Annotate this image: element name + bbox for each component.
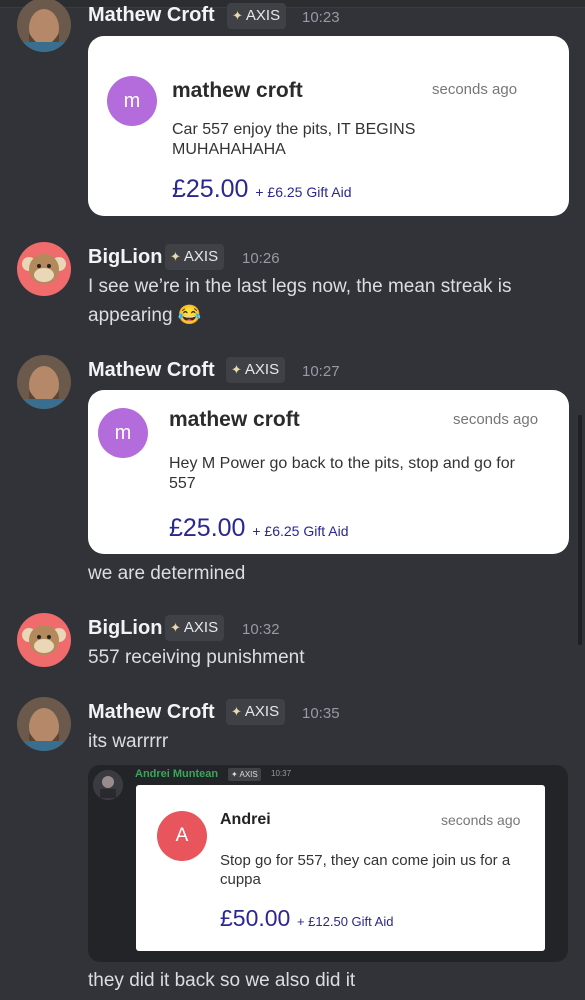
- donor-avatar: m: [98, 408, 148, 458]
- scrollbar[interactable]: [578, 415, 582, 645]
- donation-time: seconds ago: [441, 812, 521, 828]
- avatar[interactable]: [17, 242, 71, 296]
- username[interactable]: Mathew Croft: [88, 359, 215, 382]
- message-text: I see we’re in the last legs now, the me…: [88, 276, 512, 297]
- donor-avatar: A: [157, 811, 207, 861]
- message-text: they did it back so we also did it: [88, 970, 356, 991]
- timestamp: 10:26: [242, 250, 280, 267]
- timestamp: 10:27: [302, 363, 340, 380]
- diamond-icon: ✦: [170, 249, 181, 264]
- message-text: we are determined: [88, 563, 246, 584]
- gift-aid: + £6.25 Gift Aid: [248, 523, 349, 539]
- donor-name: Andrei: [220, 811, 271, 828]
- server-tag[interactable]: ✦ AXIS: [165, 244, 225, 270]
- donation-amount: £50.00: [220, 905, 291, 931]
- server-tag[interactable]: ✦ AXIS: [226, 699, 286, 725]
- donation-card: A Andrei seconds ago Stop go for 557, th…: [136, 785, 545, 951]
- timestamp: 10:35: [302, 705, 340, 722]
- gift-aid: + £6.25 Gift Aid: [251, 184, 352, 200]
- donor-name: mathew croft: [172, 79, 303, 102]
- diamond-icon: ✦: [231, 704, 242, 719]
- embed-server-tag: ✦ AXIS: [228, 768, 261, 781]
- donation-amount-row: £25.00 + £6.25 Gift Aid: [169, 514, 348, 543]
- donation-message: Hey M Power go back to the pits, stop an…: [169, 455, 515, 492]
- embed-timestamp: 10:37: [271, 769, 292, 778]
- server-tag-label: AXIS: [245, 7, 281, 24]
- server-tag[interactable]: ✦ AXIS: [226, 357, 286, 383]
- username[interactable]: Mathew Croft: [88, 701, 215, 724]
- avatar[interactable]: [17, 355, 71, 409]
- donation-amount-row: £50.00 + £12.50 Gift Aid: [220, 905, 393, 932]
- embed-avatar: [93, 770, 123, 800]
- donation-message: Stop go for 557, they can come join us f…: [220, 852, 511, 888]
- diamond-icon: ✦: [231, 362, 242, 377]
- message-text: appearing 😂: [88, 305, 202, 326]
- server-tag-label: AXIS: [244, 361, 280, 378]
- donation-time: seconds ago: [432, 81, 518, 98]
- message-text: its warrrrr: [88, 731, 169, 752]
- username[interactable]: Mathew Croft: [88, 4, 215, 27]
- server-tag-label: AXIS: [244, 703, 280, 720]
- donor-avatar: m: [107, 76, 157, 126]
- avatar[interactable]: [17, 613, 71, 667]
- timestamp: 10:32: [242, 621, 280, 638]
- message-text: 557 receiving punishment: [88, 647, 305, 668]
- server-tag[interactable]: ✦ AXIS: [165, 615, 225, 641]
- server-tag-label: AXIS: [183, 619, 219, 636]
- timestamp: 10:23: [302, 9, 340, 26]
- avatar[interactable]: [17, 697, 71, 751]
- gift-aid: + £12.50 Gift Aid: [293, 914, 394, 929]
- server-tag-label: AXIS: [183, 248, 219, 265]
- donation-amount: £25.00: [172, 175, 249, 203]
- diamond-icon: ✦: [231, 770, 238, 779]
- avatar[interactable]: [17, 0, 71, 52]
- donor-name: mathew croft: [169, 408, 300, 431]
- donation-amount-row: £25.00 + £6.25 Gift Aid: [172, 175, 351, 204]
- diamond-icon: ✦: [170, 620, 181, 635]
- donation-message: Car 557 enjoy the pits, IT BEGINS MUHAHA…: [172, 121, 416, 158]
- server-tag[interactable]: ✦ AXIS: [227, 3, 287, 29]
- screenshot-embed[interactable]: Andrei Muntean ✦ AXIS 10:37 A Andrei sec…: [88, 765, 568, 962]
- donation-card[interactable]: m mathew croft seconds ago Car 557 enjoy…: [88, 36, 569, 216]
- donation-amount: £25.00: [169, 514, 246, 542]
- embed-author: Andrei Muntean: [135, 768, 219, 780]
- username[interactable]: BigLion: [88, 246, 162, 269]
- username[interactable]: BigLion: [88, 617, 162, 640]
- donation-time: seconds ago: [453, 411, 539, 428]
- diamond-icon: ✦: [232, 8, 243, 23]
- donation-card[interactable]: m mathew croft seconds ago Hey M Power g…: [88, 390, 569, 554]
- embed-server-tag-label: AXIS: [239, 770, 258, 779]
